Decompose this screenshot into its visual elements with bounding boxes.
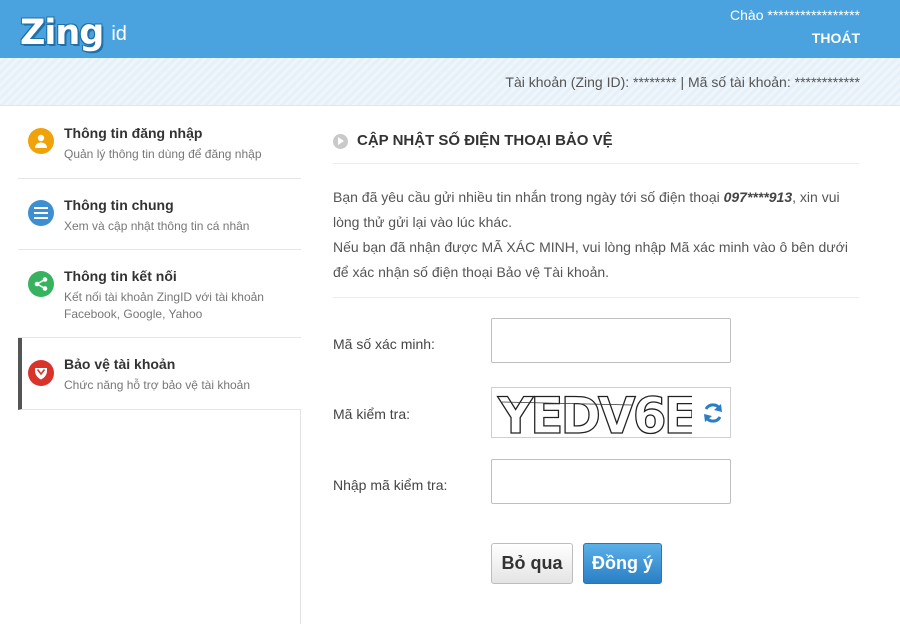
sidebar-item-general-info[interactable]: Thông tin chung Xem và cập nhật thông ti… [18,179,301,250]
divider [333,297,859,298]
share-icon [28,271,54,297]
captcha-text: YEDV6E [497,388,692,437]
page-title: CẬP NHẬT SỐ ĐIỆN THOẠI BẢO VỆ [357,132,613,149]
account-info-text: Tài khoản (Zing ID): ******** | Mã số tà… [505,74,860,90]
logout-link[interactable]: THOÁT [812,30,860,46]
shield-icon [28,360,54,386]
message-text-part1: Bạn đã yêu cầu gửi nhiều tin nhắn trong … [333,189,724,205]
logo-id-text: id [111,23,127,45]
sidebar-item-title: Thông tin đăng nhập [64,125,203,141]
confirm-button[interactable]: Đồng ý [583,543,662,584]
sidebar-item-account-protection[interactable]: Bảo vệ tài khoản Chức năng hỗ trợ bảo vệ… [18,338,301,410]
sidebar-item-title: Bảo vệ tài khoản [64,356,176,372]
captcha-image: YEDV6E [491,386,731,446]
refresh-captcha-icon[interactable] [700,400,726,426]
sidebar-item-subtitle: Xem và cập nhật thông tin cá nhân [64,219,250,233]
captcha-input-label: Nhập mã kiểm tra: [333,477,448,493]
sidebar-item-login-info[interactable]: Thông tin đăng nhập Quản lý thông tin dù… [18,107,301,179]
verify-code-label: Mã số xác minh: [333,336,435,352]
verify-code-input[interactable] [491,318,731,363]
account-info-bar: Tài khoản (Zing ID): ******** | Mã số tà… [0,58,900,106]
captcha-label: Mã kiểm tra: [333,406,411,422]
captcha-graphic: YEDV6E [496,386,697,445]
logo-zing-text: Zing [20,13,104,53]
sidebar-item-subtitle: Chức năng hỗ trợ bảo vệ tài khoản [64,378,251,392]
skip-button[interactable]: Bỏ qua [491,543,573,584]
sidebar-item-connections[interactable]: Thông tin kết nối Kết nối tài khoản Zing… [18,250,301,338]
sidebar: Thông tin đăng nhập Quản lý thông tin dù… [18,107,301,624]
message-text-line2: Nếu bạn đã nhận được MÃ XÁC MINH, vui lò… [333,239,848,280]
user-greeting: Chào ***************** [730,7,860,23]
sidebar-item-title: Thông tin chung [64,197,174,213]
masked-phone-number: 097****913 [723,189,793,205]
user-icon [28,128,54,154]
play-bullet-icon [333,134,348,149]
section-header: CẬP NHẬT SỐ ĐIỆN THOẠI BẢO VỆ [333,132,859,164]
list-icon [28,200,54,226]
info-message: Bạn đã yêu cầu gửi nhiều tin nhắn trong … [333,185,859,285]
header: Zing id Chào ***************** THOÁT [0,0,900,58]
sidebar-item-title: Thông tin kết nối [64,268,177,284]
captcha-input[interactable] [491,459,731,504]
sidebar-item-subtitle: Quản lý thông tin dùng để đăng nhập [64,147,262,161]
sidebar-item-subtitle: Kết nối tài khoản ZingID với tài khoản F… [64,290,264,321]
zing-id-logo[interactable]: Zing id [20,5,127,51]
